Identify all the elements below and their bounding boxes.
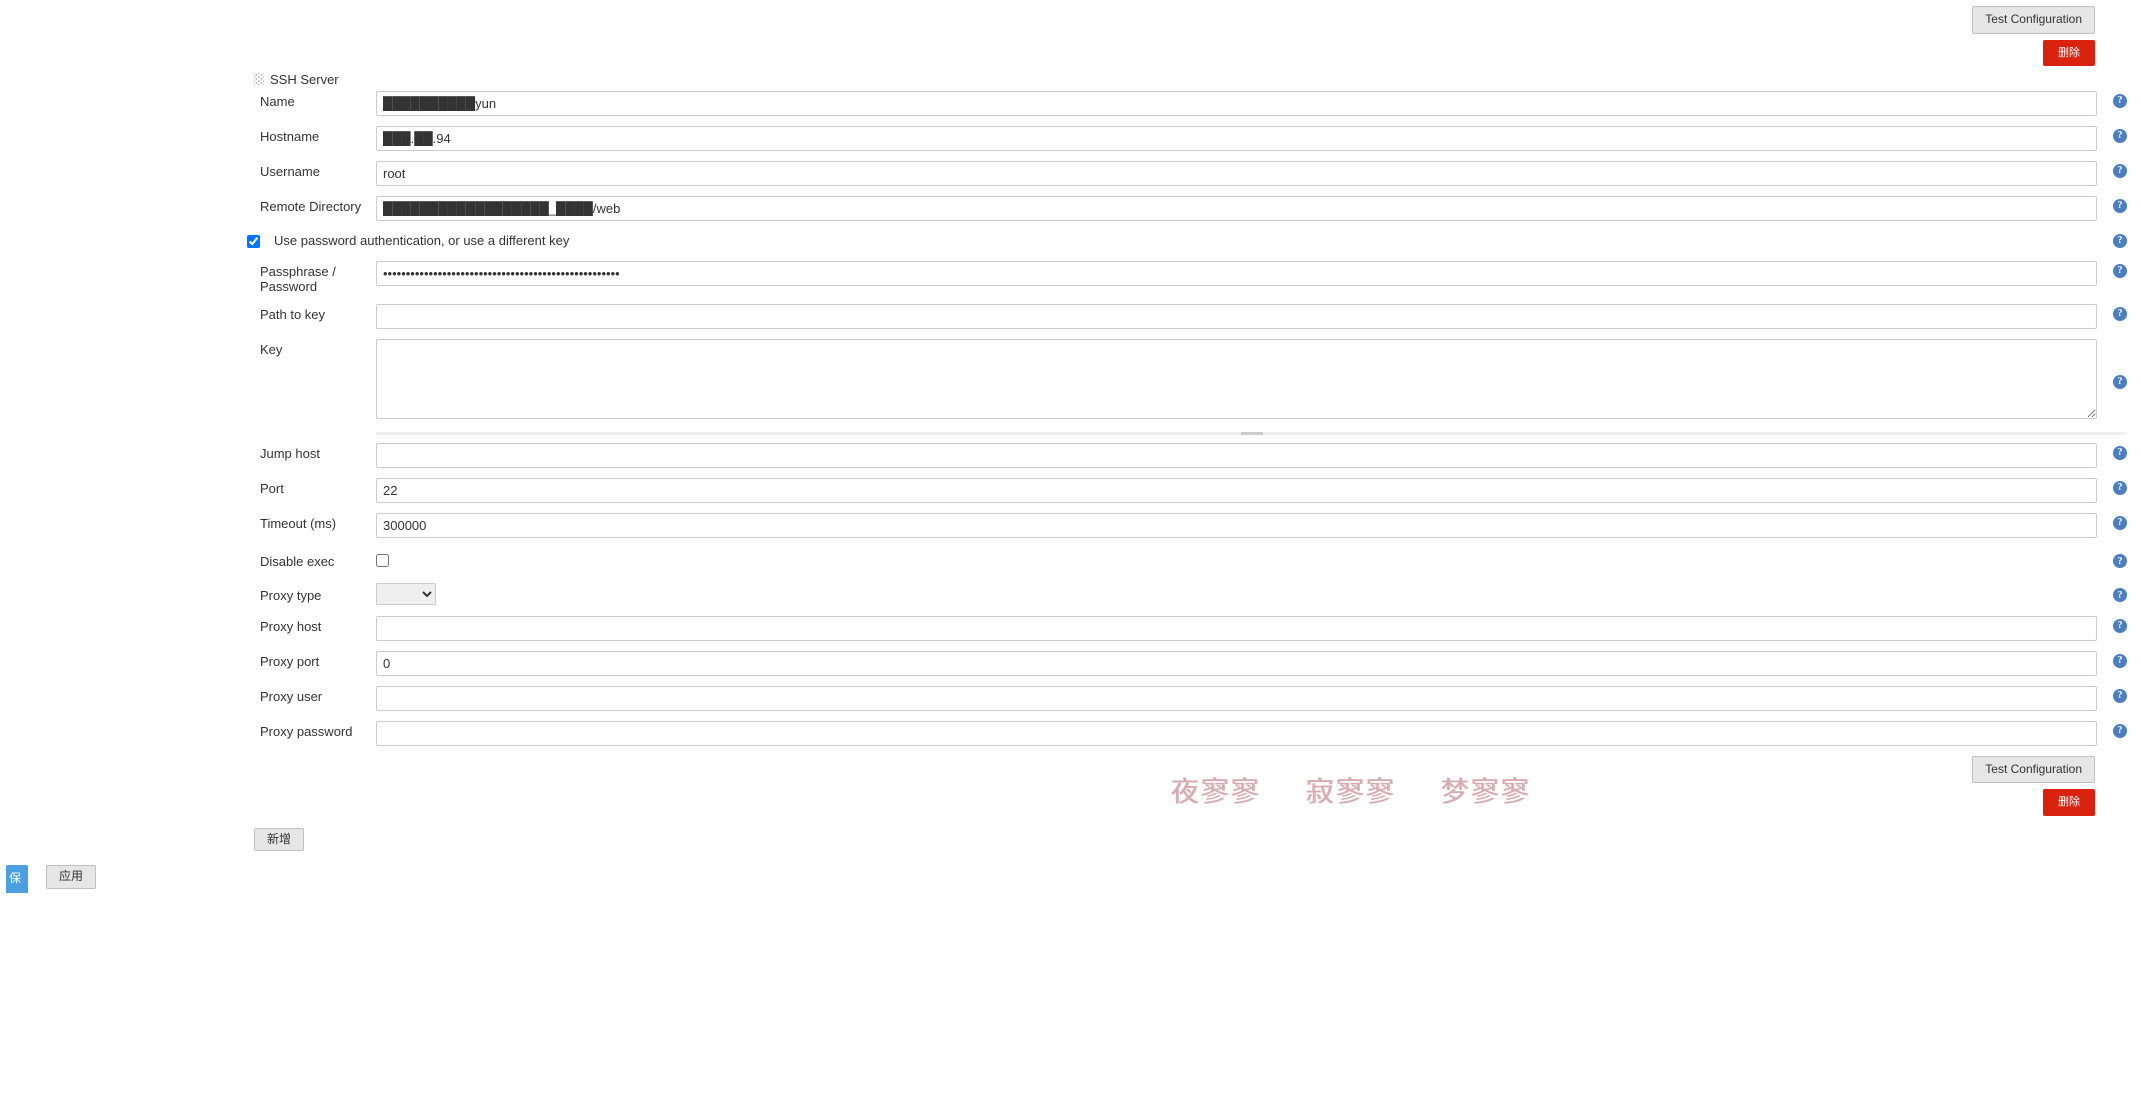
apply-button[interactable]: 应用 xyxy=(46,865,96,889)
use-password-auth-label: Use password authentication, or use a di… xyxy=(260,233,2105,248)
timeout-label: Timeout (ms) xyxy=(6,513,376,531)
proxy-type-select[interactable] xyxy=(376,583,436,605)
proxy-type-label: Proxy type xyxy=(6,585,376,603)
test-configuration-button-bottom[interactable]: Test Configuration xyxy=(1972,756,2095,784)
name-label: Name xyxy=(6,91,376,109)
help-icon[interactable]: ? xyxy=(2113,129,2127,143)
disable-exec-checkbox[interactable] xyxy=(376,554,389,567)
help-icon[interactable]: ? xyxy=(2113,307,2127,321)
help-icon[interactable]: ? xyxy=(2113,164,2127,178)
help-icon[interactable]: ? xyxy=(2113,654,2127,668)
help-icon[interactable]: ? xyxy=(2113,234,2127,248)
port-input[interactable] xyxy=(376,478,2097,503)
username-label: Username xyxy=(6,161,376,179)
use-password-auth-checkbox[interactable] xyxy=(247,235,260,248)
proxy-port-label: Proxy port xyxy=(6,651,376,669)
help-icon[interactable]: ? xyxy=(2113,689,2127,703)
help-icon[interactable]: ? xyxy=(2113,516,2127,530)
proxy-password-input[interactable] xyxy=(376,721,2097,746)
proxy-user-label: Proxy user xyxy=(6,686,376,704)
help-icon[interactable]: ? xyxy=(2113,375,2127,389)
proxy-port-input[interactable] xyxy=(376,651,2097,676)
path-to-key-input[interactable] xyxy=(376,304,2097,329)
test-configuration-button[interactable]: Test Configuration xyxy=(1972,6,2095,34)
proxy-user-input[interactable] xyxy=(376,686,2097,711)
jump-host-label: Jump host xyxy=(6,443,376,461)
save-edge-button[interactable]: 保 xyxy=(6,865,28,893)
add-button[interactable]: 新增 xyxy=(254,828,304,852)
proxy-password-label: Proxy password xyxy=(6,721,376,739)
path-to-key-label: Path to key xyxy=(6,304,376,322)
hostname-label: Hostname xyxy=(6,126,376,144)
help-icon[interactable]: ? xyxy=(2113,94,2127,108)
help-icon[interactable]: ? xyxy=(2113,199,2127,213)
name-input[interactable] xyxy=(376,91,2097,116)
key-textarea[interactable] xyxy=(376,339,2097,419)
remote-directory-input[interactable] xyxy=(376,196,2097,221)
help-icon[interactable]: ? xyxy=(2113,264,2127,278)
jump-host-input[interactable] xyxy=(376,443,2097,468)
proxy-host-label: Proxy host xyxy=(6,616,376,634)
help-icon[interactable]: ? xyxy=(2113,619,2127,633)
key-label: Key xyxy=(6,339,376,357)
help-icon[interactable]: ? xyxy=(2113,554,2127,568)
help-icon[interactable]: ? xyxy=(2113,446,2127,460)
drag-handle-icon[interactable] xyxy=(254,73,264,85)
help-icon[interactable]: ? xyxy=(2113,481,2127,495)
hostname-input[interactable] xyxy=(376,126,2097,151)
delete-button-top[interactable]: 删除 xyxy=(2043,40,2095,66)
proxy-host-input[interactable] xyxy=(376,616,2097,641)
disable-exec-label: Disable exec xyxy=(6,551,376,569)
section-header: SSH Server xyxy=(254,72,2135,87)
delete-button-bottom[interactable]: 删除 xyxy=(2043,789,2095,815)
remote-directory-label: Remote Directory xyxy=(6,196,376,214)
resize-grip[interactable] xyxy=(376,432,2127,435)
help-icon[interactable]: ? xyxy=(2113,588,2127,602)
timeout-input[interactable] xyxy=(376,513,2097,538)
section-title: SSH Server xyxy=(270,72,339,87)
passphrase-input[interactable] xyxy=(376,261,2097,286)
port-label: Port xyxy=(6,478,376,496)
username-input[interactable] xyxy=(376,161,2097,186)
help-icon[interactable]: ? xyxy=(2113,724,2127,738)
passphrase-label: Passphrase / Password xyxy=(6,261,376,294)
